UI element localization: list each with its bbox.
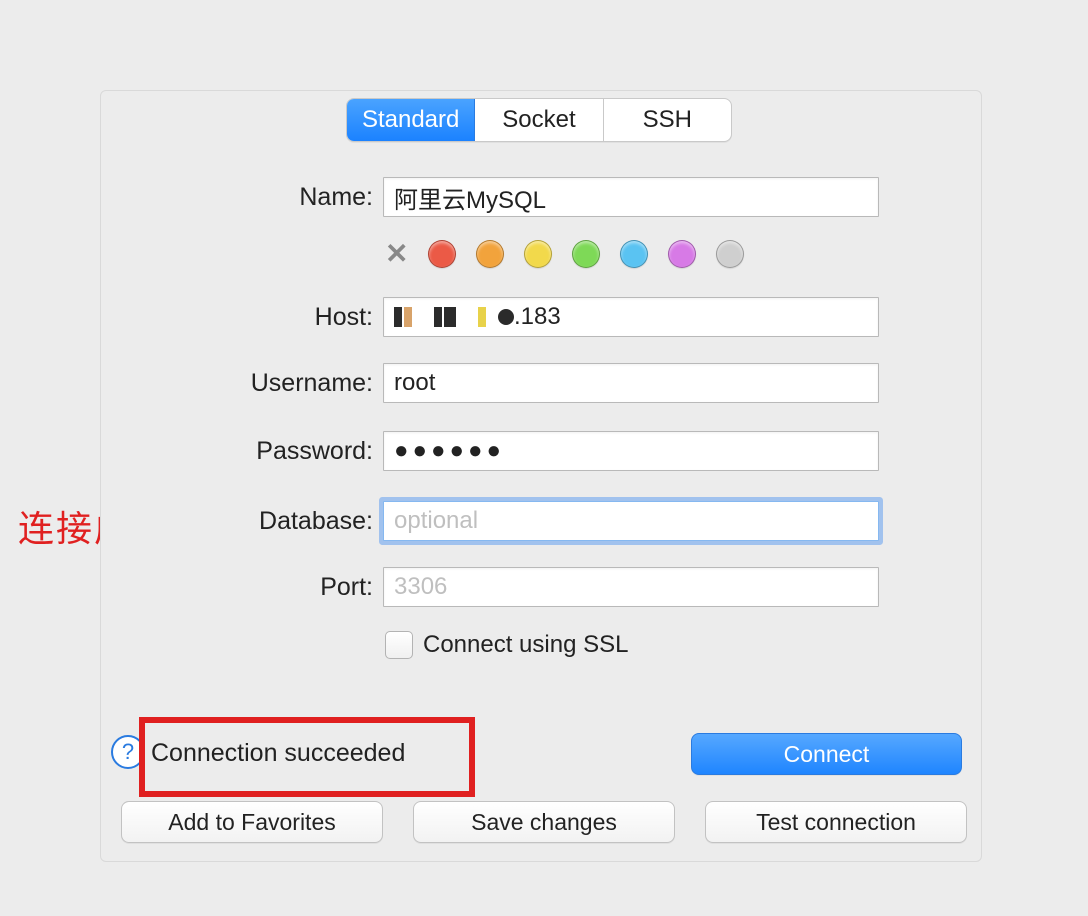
username-input[interactable]: root [383,363,879,403]
color-dot-blue[interactable] [620,240,648,268]
connection-panel: Standard Socket SSH Name: 阿里云MySQL ✕ Hos… [100,90,982,862]
test-connection-button[interactable]: Test connection [705,801,967,843]
color-dot-orange[interactable] [476,240,504,268]
ssl-checkbox[interactable] [385,631,413,659]
host-label: Host: [101,303,383,332]
database-label: Database: [101,507,383,536]
ssl-label: Connect using SSL [423,631,628,659]
port-label: Port: [101,573,383,602]
color-dot-red[interactable] [428,240,456,268]
name-label: Name: [101,183,383,212]
host-input[interactable]: .183 [383,297,879,337]
host-visible-suffix: .183 [514,303,561,331]
port-input[interactable]: 3306 [383,567,879,607]
color-tag-row: ✕ [385,240,744,268]
password-input[interactable]: ●●●●●● [383,431,879,471]
connection-status: Connection succeeded [151,739,405,768]
add-to-favorites-button[interactable]: Add to Favorites [121,801,383,843]
password-label: Password: [101,437,383,466]
username-label: Username: [101,369,383,398]
save-changes-button[interactable]: Save changes [413,801,675,843]
tab-standard[interactable]: Standard [347,99,475,141]
color-dot-yellow[interactable] [524,240,552,268]
clear-color-icon[interactable]: ✕ [385,240,408,268]
color-dot-gray[interactable] [716,240,744,268]
bottom-button-row: Add to Favorites Save changes Test conne… [121,801,967,843]
host-obscured [394,307,514,327]
connect-button[interactable]: Connect [691,733,962,775]
tab-ssh[interactable]: SSH [604,99,731,141]
color-dot-green[interactable] [572,240,600,268]
help-icon[interactable]: ? [111,735,145,769]
tab-socket[interactable]: Socket [475,99,603,141]
name-input[interactable]: 阿里云MySQL [383,177,879,217]
color-dot-purple[interactable] [668,240,696,268]
connection-type-tabs: Standard Socket SSH [346,98,732,142]
database-input[interactable]: optional [383,501,879,541]
